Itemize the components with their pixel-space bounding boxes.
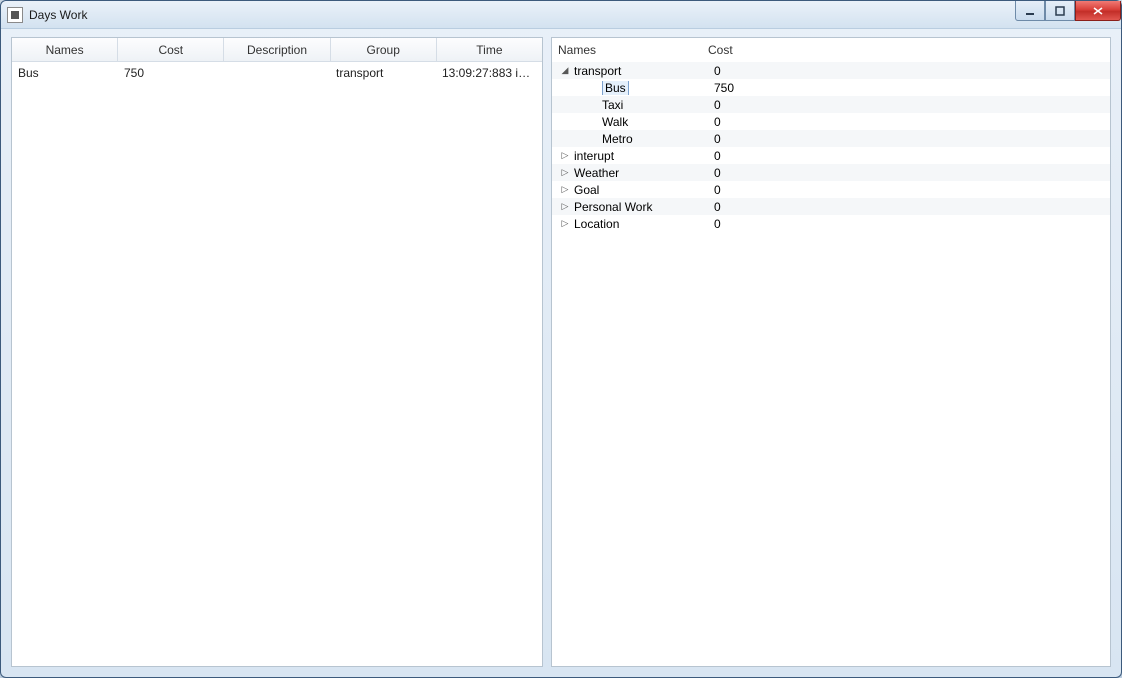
col-header-cost[interactable]: Cost: [118, 38, 224, 61]
tree-node-location[interactable]: ▷ Location 0: [552, 215, 1110, 232]
expand-icon[interactable]: ▷: [560, 168, 570, 178]
expand-icon[interactable]: ▷: [560, 185, 570, 195]
left-grid-panel: Names Cost Description Group Time Bus 75…: [11, 37, 543, 667]
client-area: Names Cost Description Group Time Bus 75…: [11, 37, 1111, 667]
expand-icon[interactable]: ▷: [560, 219, 570, 229]
tree-col-cost[interactable]: Cost: [702, 38, 852, 62]
grid-body: Bus 750 transport 13:09:27:883 in 20…: [12, 62, 542, 666]
tree-node-transport[interactable]: ◢ transport 0: [552, 62, 1110, 79]
cell-time: 13:09:27:883 in 20…: [436, 66, 542, 80]
cell-cost: 750: [118, 66, 224, 80]
cell-group: transport: [330, 66, 436, 80]
tree-node-bus[interactable]: ▸ Bus 750: [552, 79, 1110, 96]
app-icon: [7, 7, 23, 23]
close-button[interactable]: [1075, 1, 1121, 21]
cell-names: Bus: [12, 66, 118, 80]
tree-node-metro[interactable]: ▸ Metro 0: [552, 130, 1110, 147]
tree-node-interupt[interactable]: ▷ interupt 0: [552, 147, 1110, 164]
tree-node-walk[interactable]: ▸ Walk 0: [552, 113, 1110, 130]
col-header-group[interactable]: Group: [331, 38, 437, 61]
minimize-button[interactable]: [1015, 1, 1045, 21]
tree-col-names[interactable]: Names: [552, 38, 702, 62]
minimize-icon: [1025, 6, 1035, 16]
window-controls: [1015, 1, 1121, 21]
col-header-time[interactable]: Time: [437, 38, 542, 61]
grid-header: Names Cost Description Group Time: [12, 38, 542, 62]
collapse-icon[interactable]: ◢: [560, 66, 570, 76]
col-header-names[interactable]: Names: [12, 38, 118, 61]
col-header-description[interactable]: Description: [224, 38, 330, 61]
expand-icon[interactable]: ▷: [560, 151, 570, 161]
tree-node-weather[interactable]: ▷ Weather 0: [552, 164, 1110, 181]
tree-body: ◢ transport 0 ▸ Bus 750 ▸ Taxi 0: [552, 62, 1110, 666]
tree-header: Names Cost: [552, 38, 1110, 62]
app-window: Days Work Names Cost Description Group T…: [0, 0, 1122, 678]
maximize-icon: [1055, 6, 1065, 16]
table-row[interactable]: Bus 750 transport 13:09:27:883 in 20…: [12, 62, 542, 84]
right-tree-panel: Names Cost ◢ transport 0 ▸ Bus 750: [551, 37, 1111, 667]
tree-node-taxi[interactable]: ▸ Taxi 0: [552, 96, 1110, 113]
titlebar[interactable]: Days Work: [1, 1, 1121, 29]
expand-icon[interactable]: ▷: [560, 202, 570, 212]
window-title: Days Work: [29, 8, 87, 22]
maximize-button[interactable]: [1045, 1, 1075, 21]
close-icon: [1092, 6, 1104, 16]
tree-node-personal-work[interactable]: ▷ Personal Work 0: [552, 198, 1110, 215]
tree-node-goal[interactable]: ▷ Goal 0: [552, 181, 1110, 198]
